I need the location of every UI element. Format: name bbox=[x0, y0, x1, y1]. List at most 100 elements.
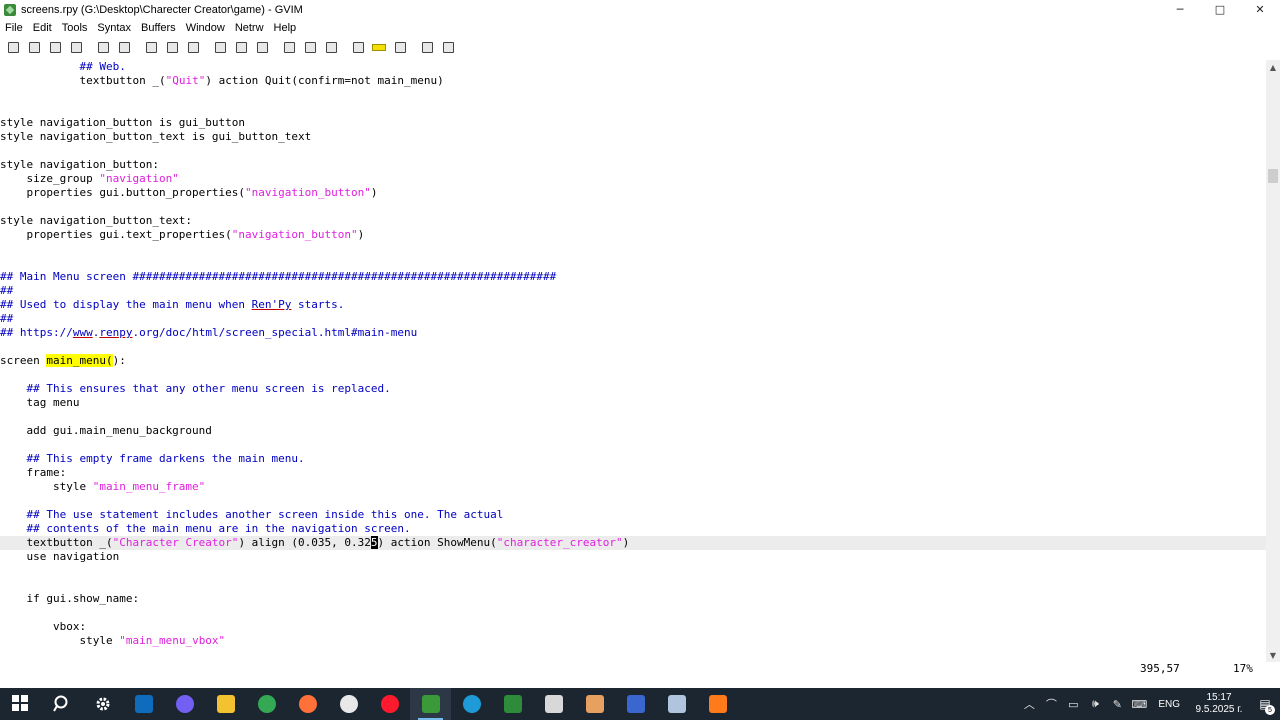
scroll-down-arrow-icon[interactable]: ▼ bbox=[1266, 648, 1280, 662]
code-line[interactable] bbox=[0, 368, 1266, 382]
make-button[interactable] bbox=[349, 39, 367, 57]
save-button[interactable] bbox=[25, 39, 43, 57]
menu-buffers[interactable]: Buffers bbox=[141, 22, 176, 34]
taskbar-firefox[interactable] bbox=[287, 688, 328, 720]
language-indicator[interactable]: ENG bbox=[1150, 699, 1188, 710]
code-line[interactable]: style "main_menu_frame" bbox=[0, 480, 1266, 494]
copy-button[interactable] bbox=[163, 39, 181, 57]
code-line[interactable]: if gui.show_name: bbox=[0, 592, 1266, 606]
code-line[interactable] bbox=[0, 606, 1266, 620]
menu-tools[interactable]: Tools bbox=[62, 22, 88, 34]
undo-button[interactable] bbox=[94, 39, 112, 57]
code-line[interactable] bbox=[0, 494, 1266, 508]
code-line[interactable]: ## bbox=[0, 312, 1266, 326]
code-line[interactable]: ## https://www.renpy.org/doc/html/screen… bbox=[0, 326, 1266, 340]
find-prev-button[interactable] bbox=[253, 39, 271, 57]
scrollbar-thumb[interactable] bbox=[1268, 169, 1278, 184]
notifications-button[interactable]: ▤ 5 bbox=[1250, 688, 1280, 720]
find-help-button[interactable] bbox=[439, 39, 457, 57]
taskbar-gvim[interactable] bbox=[410, 688, 451, 720]
taskbar-chrome[interactable] bbox=[246, 688, 287, 720]
menu-netrw[interactable]: Netrw bbox=[235, 22, 264, 34]
code-line[interactable]: textbutton _("Quit") action Quit(confirm… bbox=[0, 74, 1266, 88]
code-line[interactable]: ## The use statement includes another sc… bbox=[0, 508, 1266, 522]
code-line[interactable]: add gui.main_menu_background bbox=[0, 424, 1266, 438]
ctags-button[interactable] bbox=[391, 39, 409, 57]
taskbar-viber[interactable] bbox=[164, 688, 205, 720]
pen-icon[interactable]: ✎ bbox=[1106, 688, 1128, 720]
taskbar-unknown-app[interactable] bbox=[328, 688, 369, 720]
vertical-scrollbar[interactable]: ▲ ▼ bbox=[1266, 60, 1280, 662]
taskbar-opera[interactable] bbox=[369, 688, 410, 720]
shell-button[interactable] bbox=[370, 39, 388, 57]
code-line[interactable]: style navigation_button_text is gui_butt… bbox=[0, 130, 1266, 144]
help-button[interactable] bbox=[418, 39, 436, 57]
menu-help[interactable]: Help bbox=[274, 22, 297, 34]
code-line[interactable] bbox=[0, 438, 1266, 452]
battery-icon[interactable]: ▭ bbox=[1062, 688, 1084, 720]
cut-button[interactable] bbox=[142, 39, 160, 57]
code-line[interactable]: style "main_menu_vbox" bbox=[0, 634, 1266, 648]
taskbar-orange-app[interactable] bbox=[697, 688, 738, 720]
code-line[interactable] bbox=[0, 88, 1266, 102]
taskbar-printer-app[interactable] bbox=[656, 688, 697, 720]
taskbar-paint-app[interactable] bbox=[533, 688, 574, 720]
volume-icon[interactable]: 🕪 bbox=[1084, 688, 1106, 720]
code-line[interactable]: ## Main Menu screen ####################… bbox=[0, 270, 1266, 284]
taskbar-floppy-app[interactable] bbox=[615, 688, 656, 720]
code-line[interactable]: style navigation_button_text: bbox=[0, 214, 1266, 228]
code-line[interactable]: ## This ensures that any other menu scre… bbox=[0, 382, 1266, 396]
menu-window[interactable]: Window bbox=[186, 22, 225, 34]
clock[interactable]: 15:17 9.5.2025 г. bbox=[1188, 692, 1250, 716]
code-line[interactable]: tag menu bbox=[0, 396, 1266, 410]
find-next-button[interactable] bbox=[232, 39, 250, 57]
code-line[interactable]: style navigation_button is gui_button bbox=[0, 116, 1266, 130]
taskbar-file-explorer[interactable] bbox=[205, 688, 246, 720]
taskbar-pen-app[interactable] bbox=[492, 688, 533, 720]
chevron-up-icon[interactable]: ︿ bbox=[1018, 688, 1040, 720]
code-line[interactable] bbox=[0, 102, 1266, 116]
code-line[interactable] bbox=[0, 200, 1266, 214]
code-line[interactable]: style navigation_button: bbox=[0, 158, 1266, 172]
code-line[interactable] bbox=[0, 144, 1266, 158]
cursor-line[interactable]: textbutton _("Character Creator") align … bbox=[0, 536, 1266, 550]
minimize-button[interactable]: ─ bbox=[1160, 0, 1200, 19]
code-line[interactable]: size_group "navigation" bbox=[0, 172, 1266, 186]
save-all-button[interactable] bbox=[46, 39, 64, 57]
menu-edit[interactable]: Edit bbox=[33, 22, 52, 34]
close-button[interactable]: ✕ bbox=[1240, 0, 1280, 19]
open-button[interactable] bbox=[4, 39, 22, 57]
network-icon[interactable]: ⌒ bbox=[1040, 688, 1062, 720]
taskbar-search[interactable] bbox=[41, 688, 82, 720]
maximize-button[interactable]: □ bbox=[1200, 0, 1240, 19]
code-line[interactable] bbox=[0, 256, 1266, 270]
keyboard-icon[interactable]: ⌨ bbox=[1128, 688, 1150, 720]
taskbar-edge[interactable] bbox=[451, 688, 492, 720]
taskbar-settings[interactable] bbox=[82, 688, 123, 720]
code-line[interactable] bbox=[0, 564, 1266, 578]
load-session-button[interactable] bbox=[280, 39, 298, 57]
taskbar-character-app[interactable] bbox=[574, 688, 615, 720]
code-line[interactable]: screen main_menu(): bbox=[0, 354, 1266, 368]
code-line[interactable] bbox=[0, 410, 1266, 424]
taskbar-outlook[interactable] bbox=[123, 688, 164, 720]
code-line[interactable] bbox=[0, 578, 1266, 592]
code-line[interactable]: ## bbox=[0, 284, 1266, 298]
code-editor[interactable]: ## Web. textbutton _("Quit") action Quit… bbox=[0, 60, 1266, 662]
code-line[interactable]: properties gui.text_properties("navigati… bbox=[0, 228, 1266, 242]
code-line[interactable] bbox=[0, 242, 1266, 256]
code-line[interactable]: use navigation bbox=[0, 550, 1266, 564]
code-line[interactable]: properties gui.button_properties("naviga… bbox=[0, 186, 1266, 200]
code-line[interactable]: ## contents of the main menu are in the … bbox=[0, 522, 1266, 536]
scroll-up-arrow-icon[interactable]: ▲ bbox=[1266, 60, 1280, 74]
redo-button[interactable] bbox=[115, 39, 133, 57]
save-session-button[interactable] bbox=[301, 39, 319, 57]
replace-button[interactable] bbox=[211, 39, 229, 57]
code-line[interactable]: ## This empty frame darkens the main men… bbox=[0, 452, 1266, 466]
taskbar-start[interactable] bbox=[0, 688, 41, 720]
run-script-button[interactable] bbox=[322, 39, 340, 57]
code-line[interactable]: ## Web. bbox=[0, 60, 1266, 74]
code-line[interactable]: frame: bbox=[0, 466, 1266, 480]
print-button[interactable] bbox=[67, 39, 85, 57]
menu-syntax[interactable]: Syntax bbox=[97, 22, 131, 34]
